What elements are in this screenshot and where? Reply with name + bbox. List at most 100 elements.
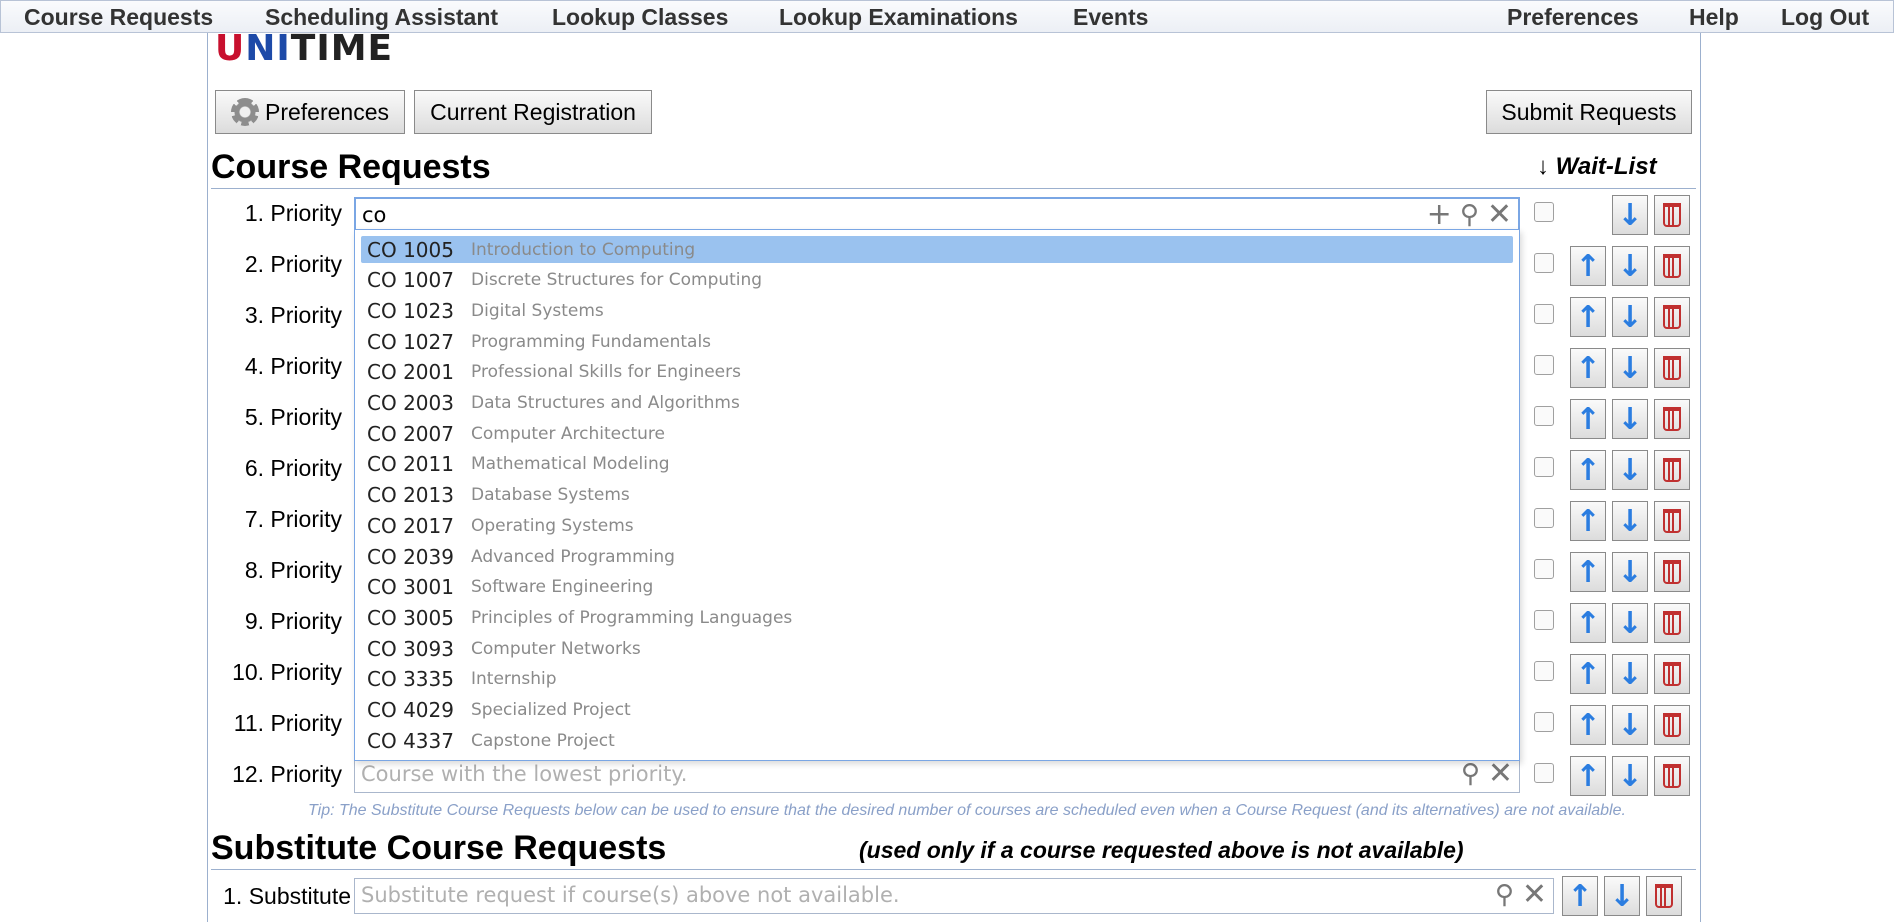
close-icon[interactable]: ✕	[1487, 200, 1512, 230]
logo-letters-ni: NI	[245, 28, 291, 69]
priority-2-delete-button[interactable]	[1654, 246, 1690, 286]
suggestion-item[interactable]: CO 1023 Digital Systems	[361, 297, 1513, 324]
menu-scheduling-assistant[interactable]: Scheduling Assistant	[265, 4, 498, 31]
priority-7-waitlist-checkbox[interactable]	[1534, 508, 1554, 528]
priority-1-waitlist-checkbox[interactable]	[1534, 202, 1554, 222]
priority-1-course-input[interactable]: co + ⚲ ✕	[354, 197, 1520, 233]
suggestion-course-title: Database Systems	[471, 485, 630, 506]
suggestion-course-title: Advanced Programming	[471, 546, 675, 567]
suggestion-item[interactable]: CO 3001 Software Engineering	[361, 574, 1513, 601]
substitute-divider	[211, 869, 1696, 870]
substitute-1-move-up-button[interactable]: ↑	[1562, 876, 1598, 916]
priority-8-waitlist-checkbox[interactable]	[1534, 559, 1554, 579]
priority-12-move-down-button[interactable]: ↓	[1612, 756, 1648, 796]
priority-10-delete-button[interactable]	[1654, 654, 1690, 694]
substitute-1-move-down-button[interactable]: ↓	[1604, 876, 1640, 916]
arrow-up-icon: ↑	[1575, 299, 1601, 335]
priority-5-move-down-button[interactable]: ↓	[1612, 399, 1648, 439]
priority-12-move-up-button[interactable]: ↑	[1570, 756, 1606, 796]
priority-2-move-down-button[interactable]: ↓	[1612, 246, 1648, 286]
substitute-1-course-input[interactable]: Substitute request if course(s) above no…	[354, 878, 1554, 914]
priority-7-move-up-button[interactable]: ↑	[1570, 501, 1606, 541]
priority-5-delete-button[interactable]	[1654, 399, 1690, 439]
priority-4-waitlist-checkbox[interactable]	[1534, 355, 1554, 375]
suggestion-item[interactable]: CO 2001 Professional Skills for Engineers	[361, 359, 1513, 386]
suggestion-item[interactable]: CO 3005 Principles of Programming Languag…	[361, 604, 1513, 631]
menu-lookup-examinations[interactable]: Lookup Examinations	[779, 4, 1018, 31]
priority-5-move-up-button[interactable]: ↑	[1570, 399, 1606, 439]
priority-5-waitlist-checkbox[interactable]	[1534, 406, 1554, 426]
priority-4-delete-button[interactable]	[1654, 348, 1690, 388]
priority-9-move-up-button[interactable]: ↑	[1570, 603, 1606, 643]
priority-3-waitlist-checkbox[interactable]	[1534, 304, 1554, 324]
priority-9-waitlist-checkbox[interactable]	[1534, 610, 1554, 630]
priority-2-waitlist-checkbox[interactable]	[1534, 253, 1554, 273]
priority-10-waitlist-checkbox[interactable]	[1534, 661, 1554, 681]
priority-6-waitlist-checkbox[interactable]	[1534, 457, 1554, 477]
trash-icon	[1655, 884, 1673, 908]
priority-1-delete-button[interactable]	[1654, 195, 1690, 235]
menu-help[interactable]: Help	[1689, 4, 1739, 31]
priority-9-delete-button[interactable]	[1654, 603, 1690, 643]
close-icon[interactable]: ✕	[1522, 880, 1547, 910]
suggestion-item[interactable]: CO 1005 Introduction to Computing	[361, 236, 1513, 263]
suggestion-item[interactable]: CO 2017 Operating Systems	[361, 512, 1513, 539]
preferences-button[interactable]: Preferences	[215, 90, 405, 134]
search-icon[interactable]: ⚲	[1461, 761, 1480, 787]
close-icon[interactable]: ✕	[1488, 759, 1513, 789]
suggestion-course-code: CO 1007	[367, 268, 454, 293]
suggestion-course-code: CO 1027	[367, 329, 454, 354]
priority-10-move-up-button[interactable]: ↑	[1570, 654, 1606, 694]
suggestion-item[interactable]: CO 3093 Computer Networks	[361, 635, 1513, 662]
priority-11-move-up-button[interactable]: ↑	[1570, 705, 1606, 745]
priority-2-label: 2. Priority	[244, 251, 342, 277]
priority-4-move-up-button[interactable]: ↑	[1570, 348, 1606, 388]
plus-icon[interactable]: +	[1427, 200, 1452, 230]
priority-11-delete-button[interactable]	[1654, 705, 1690, 745]
search-icon[interactable]: ⚲	[1460, 202, 1479, 228]
priority-3-delete-button[interactable]	[1654, 297, 1690, 337]
priority-9-label: 9. Priority	[244, 608, 342, 634]
priority-11-move-down-button[interactable]: ↓	[1612, 705, 1648, 745]
suggestion-item[interactable]: CO 2003 Data Structures and Algorithms	[361, 390, 1513, 417]
priority-3-move-down-button[interactable]: ↓	[1612, 297, 1648, 337]
priority-7-move-down-button[interactable]: ↓	[1612, 501, 1648, 541]
priority-12-waitlist-checkbox[interactable]	[1534, 763, 1554, 783]
suggestion-item[interactable]: CO 4029 Specialized Project	[361, 697, 1513, 724]
trash-icon	[1663, 713, 1681, 737]
menu-preferences[interactable]: Preferences	[1507, 4, 1639, 31]
suggestion-item[interactable]: CO 2013 Database Systems	[361, 482, 1513, 509]
priority-8-delete-button[interactable]	[1654, 552, 1690, 592]
substitute-1-delete-button[interactable]	[1646, 876, 1682, 916]
submit-requests-button[interactable]: Submit Requests	[1486, 90, 1692, 134]
priority-11-waitlist-checkbox[interactable]	[1534, 712, 1554, 732]
priority-2-move-up-button[interactable]: ↑	[1570, 246, 1606, 286]
search-icon[interactable]: ⚲	[1495, 882, 1514, 908]
priority-1-move-down-button[interactable]: ↓	[1612, 195, 1648, 235]
priority-12-course-input[interactable]: Course with the lowest priority. ⚲ ✕	[354, 757, 1520, 793]
priority-6-delete-button[interactable]	[1654, 450, 1690, 490]
menu-log-out[interactable]: Log Out	[1781, 4, 1869, 31]
priority-6-move-up-button[interactable]: ↑	[1570, 450, 1606, 490]
suggestion-item[interactable]: CO 4337 Capstone Project	[361, 727, 1513, 754]
menu-course-requests[interactable]: Course Requests	[24, 4, 213, 31]
priority-4-move-down-button[interactable]: ↓	[1612, 348, 1648, 388]
suggestion-item[interactable]: CO 1027 Programming Fundamentals	[361, 328, 1513, 355]
priority-6-move-down-button[interactable]: ↓	[1612, 450, 1648, 490]
priority-8-move-down-button[interactable]: ↓	[1612, 552, 1648, 592]
suggestion-item[interactable]: CO 2007 Computer Architecture	[361, 420, 1513, 447]
priority-3-move-up-button[interactable]: ↑	[1570, 297, 1606, 337]
suggestion-item[interactable]: CO 3335 Internship	[361, 666, 1513, 693]
menu-events[interactable]: Events	[1073, 4, 1148, 31]
priority-7-delete-button[interactable]	[1654, 501, 1690, 541]
current-registration-button[interactable]: Current Registration	[414, 90, 652, 134]
priority-9-move-down-button[interactable]: ↓	[1612, 603, 1648, 643]
suggestion-item[interactable]: CO 2039 Advanced Programming	[361, 543, 1513, 570]
priority-8-move-up-button[interactable]: ↑	[1570, 552, 1606, 592]
priority-12-delete-button[interactable]	[1654, 756, 1690, 796]
suggestion-item[interactable]: CO 1007 Discrete Structures for Computing	[361, 267, 1513, 294]
menu-lookup-classes[interactable]: Lookup Classes	[552, 4, 728, 31]
arrow-down-icon: ↓	[1617, 503, 1643, 539]
priority-10-move-down-button[interactable]: ↓	[1612, 654, 1648, 694]
suggestion-item[interactable]: CO 2011 Mathematical Modeling	[361, 451, 1513, 478]
